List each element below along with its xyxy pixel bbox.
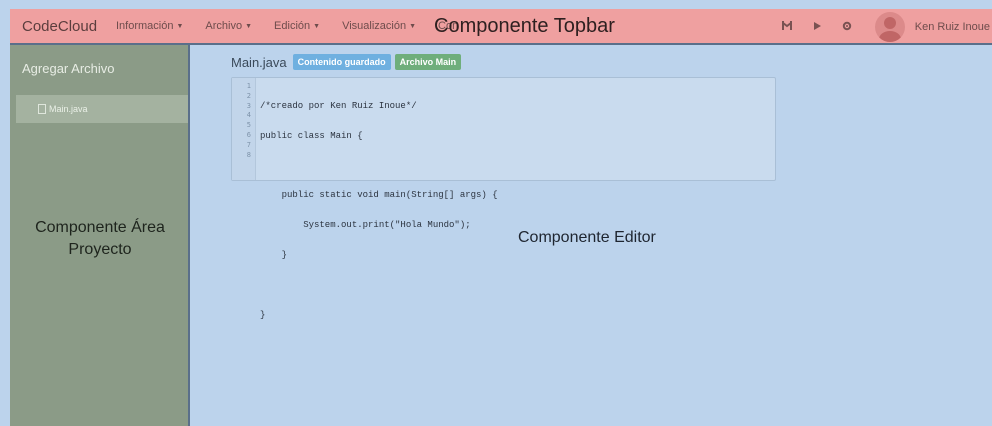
brand-logo[interactable]: CodeCloud <box>22 18 106 35</box>
sidebar-component-label-line1: Componente Área <box>35 219 165 236</box>
menu-informacion[interactable]: Información ▼ <box>116 20 183 32</box>
sidebar-file-item[interactable]: Main.java <box>16 95 188 123</box>
avatar-body <box>878 31 901 42</box>
topbar-tools: Ken Ruiz Inoue <box>779 9 992 45</box>
line-number: 4 <box>246 111 251 120</box>
code-line: } <box>260 309 266 320</box>
code-line: /*creado por Ken Ruiz Inoue*/ <box>260 101 417 111</box>
file-label: Main.java <box>49 104 88 114</box>
line-number: 8 <box>246 150 251 159</box>
settings-icon[interactable] <box>839 20 855 35</box>
caret-down-icon: ▼ <box>313 22 321 30</box>
line-number: 6 <box>246 130 251 139</box>
menu-label: Información <box>116 20 174 32</box>
sidebar-component-label-line2: Proyecto <box>68 241 132 258</box>
menu-archivo[interactable]: Archivo ▼ <box>205 20 252 32</box>
line-number-gutter: 1 2 3 4 5 6 7 8 <box>232 78 256 180</box>
caret-down-icon: ▼ <box>176 22 184 30</box>
line-number: 1 <box>246 82 251 90</box>
app-window: CodeCloud Información ▼ Archivo ▼ Edición ▼… <box>0 0 992 426</box>
merge-icon[interactable] <box>779 20 795 34</box>
code-editor[interactable]: 1 2 3 4 5 6 7 8 /*creado por Ken Ruiz In… <box>231 77 776 319</box>
code-line: public class Main { <box>260 130 363 141</box>
editor-component-label: Componente Editor <box>518 229 656 246</box>
caret-down-icon: ▼ <box>245 22 253 30</box>
user-name[interactable]: Ken Ruiz Inoue <box>915 21 990 33</box>
file-icon <box>38 104 46 114</box>
avatar-head <box>883 17 896 29</box>
add-file-button[interactable]: Agregar Archivo <box>22 61 115 76</box>
menu-label: Visualización <box>342 20 407 32</box>
editor-header: Main.java Contenido guardado Archivo Mai… <box>231 54 465 70</box>
line-number: 2 <box>246 91 251 100</box>
topbar: CodeCloud Información ▼ Archivo ▼ Edición ▼… <box>10 9 992 45</box>
saved-status-badge: Contenido guardado <box>292 54 391 70</box>
editor-file-title: Main.java <box>231 54 287 70</box>
code-content[interactable]: /*creado por Ken Ruiz Inoue*/ public cla… <box>260 82 498 340</box>
menu-visualizacion[interactable]: Visualización ▼ <box>342 20 416 32</box>
code-line: System.out.print("Hola Mundo"); <box>260 220 471 231</box>
menu-label: Archivo <box>205 20 243 32</box>
menu-edicion[interactable]: Edición ▼ <box>274 20 320 32</box>
line-number: 7 <box>246 140 251 149</box>
code-line: } <box>260 249 288 260</box>
code-line: public static void main(String[] args) { <box>260 190 498 201</box>
menu-bar: Información ▼ Archivo ▼ Edición ▼ Visualiza… <box>116 20 480 32</box>
menu-label: Edición <box>274 20 311 32</box>
avatar[interactable] <box>874 12 905 42</box>
project-sidebar: Agregar Archivo Main.java Componente Áre… <box>10 45 190 426</box>
sidebar-component-label: Componente Área Proyecto <box>10 217 190 261</box>
topbar-component-label: Componente Topbar <box>434 15 615 37</box>
line-number: 3 <box>246 101 251 110</box>
play-icon[interactable] <box>809 21 825 34</box>
main-file-badge: Archivo Main <box>394 54 462 70</box>
caret-down-icon: ▼ <box>409 22 417 30</box>
line-number: 5 <box>246 121 251 130</box>
